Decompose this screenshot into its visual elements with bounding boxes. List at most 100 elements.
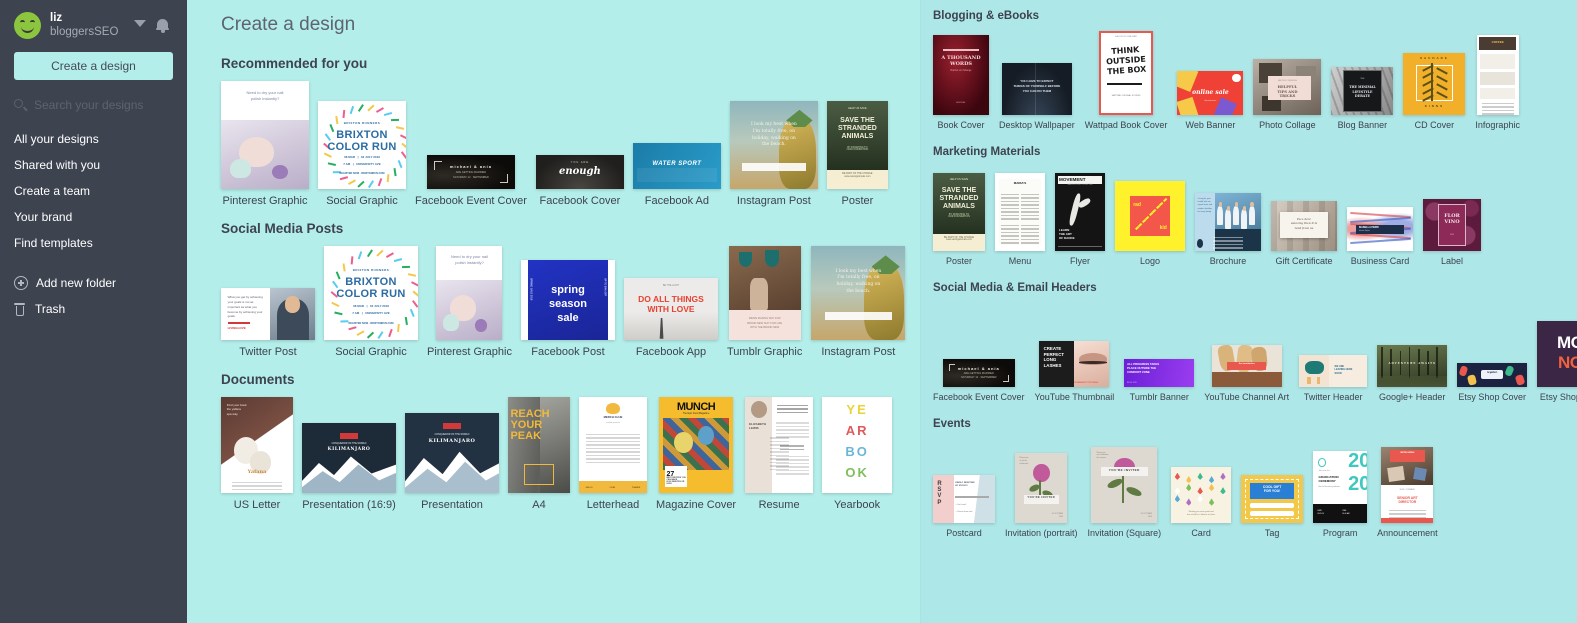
template-thumbnail[interactable]: MUNCH The Epic Food Magazine 27 BEST REC… (659, 397, 734, 493)
template-card[interactable]: MOVEMENT DANCE STUDIO COLLECTIVE LEARN TH… (1055, 173, 1105, 266)
sidebar-item-shared-with-you[interactable]: Shared with you (0, 152, 187, 178)
template-card[interactable]: WE ARE LEAVING HERE SOON Twitter Header (1299, 355, 1368, 402)
template-thumbnail[interactable]: MOVEMENT DANCE STUDIO COLLECTIVE LEARN TH… (1055, 173, 1105, 251)
template-thumbnail[interactable]: Please join our celebration this autumn YO… (1091, 447, 1158, 523)
template-card[interactable]: BRIXTON RUNNERS BRIXTON COLOR RUN 08 MAR … (324, 246, 418, 358)
template-thumbnail[interactable]: CONQUEROR OF THE WORLD KILIMANJARO (405, 413, 499, 493)
sidebar-item-your-brand[interactable]: Your brand (0, 204, 187, 230)
template-thumbnail[interactable]: CREATE PERFECT LONG LASHES IN MAKEUP TUTORI… (1039, 341, 1110, 387)
template-card[interactable]: YOU ARE enough Facebook Cover (535, 155, 624, 207)
template-card[interactable]: I look my best when I'm totally free, on h… (811, 246, 906, 358)
bell-icon[interactable] (156, 18, 169, 34)
template-card[interactable]: CONQUEROR OF THE WORLD KILIMANJARO Presen… (405, 413, 499, 511)
template-card[interactable]: CREATE PERFECT LONG LASHES IN MAKEUP TUTORI… (1035, 341, 1114, 402)
search-row[interactable] (14, 98, 173, 112)
template-card[interactable]: A BOOK BY LINA GRAY THINK OUTSIDE THE BOX … (1085, 31, 1167, 130)
template-card[interactable]: I look my best when I'm totally free, on h… (729, 101, 818, 207)
template-card[interactable]: HELP US SAVE SAVE THE STRANDED ANIMALS BY … (826, 101, 888, 207)
user-account-row[interactable]: liz bloggersSEO (0, 0, 187, 39)
template-card[interactable]: FLOR VINO 2019 Label (1423, 199, 1481, 266)
template-thumbnail[interactable]: SAUDADE KINNS (1403, 53, 1466, 115)
sidebar-item-trash[interactable]: Trash (0, 296, 187, 322)
template-card[interactable]: MERCH CLUB crafted gourmet HELLO CLUB THAN… (579, 397, 647, 511)
template-card[interactable]: BE THE LIGHT DO ALL THINGS WITH LOVE Faceb… (623, 278, 718, 358)
template-card[interactable]: What you get by achieving your goals is … (221, 288, 315, 358)
template-card[interactable]: A THOUSAND WORDS Rachel von Strange A NOV… (933, 35, 989, 130)
template-card[interactable]: WATER SPORT Facebook Ad (632, 143, 721, 207)
template-card[interactable]: ELIZABETH LEWIS Resume (745, 397, 814, 511)
template-thumbnail[interactable]: BRIXTON RUNNERS BRIXTON COLOR RUN 08 MAR … (324, 246, 418, 340)
template-thumbnail[interactable]: BRIXTON RUNNERS BRIXTON COLOR RUN 08 MAR … (318, 101, 406, 189)
template-thumbnail[interactable]: A BOOK BY LINA GRAY THINK OUTSIDE THE BOX … (1099, 31, 1154, 115)
template-thumbnail[interactable]: michael & ania ARE GETTING MARRIED SATUR… (942, 359, 1015, 387)
avatar[interactable] (14, 12, 41, 39)
template-thumbnail[interactable]: regular. (1457, 363, 1528, 387)
template-thumbnail[interactable]: MERCH CLUB crafted gourmet HELLO CLUB THAN… (579, 397, 647, 493)
template-card[interactable]: SAUDADE KINNS CD Cover (1403, 53, 1466, 130)
template-card[interactable]: MARIA'S Menu (995, 173, 1045, 266)
template-thumbnail[interactable]: What you get by achieving your goals is … (221, 288, 315, 340)
template-thumbnail[interactable]: BE THE LIGHT DO ALL THINGS WITH LOVE (623, 278, 718, 340)
create-a-design-button[interactable]: Create a design (14, 52, 173, 80)
template-thumbnail[interactable]: ADVENTURE AWAITS (1377, 345, 1448, 387)
template-card[interactable]: Please join us for the celebration YOU'RE … (1005, 453, 1078, 538)
sidebar-item-find-templates[interactable]: Find templates (0, 230, 187, 256)
template-thumbnail[interactable]: the tastehacker (1211, 345, 1282, 387)
template-thumbnail[interactable]: FLOR VINO 2019 (1423, 199, 1481, 251)
template-thumbnail[interactable]: ELIZABETH LEWIS (745, 397, 814, 493)
template-card[interactable]: BRIXTON RUNNERS BRIXTON COLOR RUN 08 MAR … (318, 101, 406, 207)
template-card[interactable]: Need to dry your nail polish instantly? P… (221, 81, 309, 207)
template-card[interactable]: THE THE MINIMAL LIFESTYLE DEBATE Blog Banne… (1331, 67, 1394, 130)
template-card[interactable]: Face here amazing then it is tend from us G… (1271, 201, 1337, 266)
template-thumbnail[interactable]: YE AR BO OK (822, 397, 893, 493)
template-card[interactable]: WE'RE MAKING WAY FOR BRAND NEW SUIT FOR L… (727, 246, 802, 358)
chevron-down-icon[interactable] (134, 20, 146, 27)
template-thumbnail[interactable]: REACH YOUR PEAK (508, 397, 570, 493)
sidebar-item-all-your-designs[interactable]: All your designs (0, 126, 187, 152)
template-thumbnail[interactable]: WE ARE LEAVING HERE SOON (1299, 355, 1368, 387)
template-thumbnail[interactable]: Wishing you more good and less of old for… (1171, 467, 1232, 523)
template-card[interactable]: COFFEE Infographic (1475, 35, 1520, 130)
template-card[interactable]: COOL GIFT FOR YOU! Tag (1241, 475, 1304, 538)
template-thumbnail[interactable]: ISABELLA PERRI Interior Stylist (1347, 207, 1413, 251)
template-thumbnail[interactable]: michael & ania ARE GETTING MARRIED SATUR… (426, 155, 515, 189)
template-card[interactable]: WE'RE HIRING NOW · FORWARD SENIOR ART DIR… (1377, 447, 1438, 538)
template-thumbnail[interactable]: Find your book the yafana spa way Yafana (221, 397, 293, 493)
template-thumbnail[interactable]: ALL PROGRESS TAKES PLACE OUTSIDE THE COMFO… (1124, 359, 1195, 387)
template-card[interactable]: Please join our celebration this autumn YO… (1088, 447, 1161, 538)
template-card[interactable]: Caring for your health with our expert t… (1195, 193, 1261, 266)
template-thumbnail[interactable]: Caring for your health with our expert t… (1195, 193, 1261, 251)
template-thumbnail[interactable]: THE THE MINIMAL LIFESTYLE DEBATE (1331, 67, 1394, 115)
template-thumbnail[interactable]: rad kid (1115, 181, 1185, 251)
sidebar-item-add-new-folder[interactable]: Add new folder (0, 270, 187, 296)
template-thumbnail[interactable]: MO NO (1537, 321, 1577, 387)
template-thumbnail[interactable]: A THOUSAND WORDS Rachel von Strange A NOV… (933, 35, 989, 115)
template-card[interactable]: ADVENTURE AWAITS Google+ Header (1377, 345, 1448, 402)
template-thumbnail[interactable]: YOU HAVE TO EXPECT THINGS OF YOURSELF BEF… (1001, 63, 1072, 115)
template-card[interactable]: REACH YOUR PEAK A4 (508, 397, 570, 511)
template-thumbnail[interactable]: Need to dry your nail polish instantly? (221, 81, 309, 189)
template-card[interactable]: the tastehacker YouTube Channel Art (1204, 345, 1289, 402)
template-thumbnail[interactable]: MARIA'S (995, 173, 1045, 251)
template-thumbnail[interactable]: WE'RE MAKING WAY FOR BRAND NEW SUIT FOR L… (728, 246, 801, 340)
sidebar-item-create-a-team[interactable]: Create a team (0, 178, 187, 204)
template-card[interactable]: spring season sale SPRING SALE 2019 UP TO … (520, 260, 615, 358)
template-thumbnail[interactable]: I look my best when I'm totally free, on h… (811, 246, 906, 340)
template-thumbnail[interactable]: RSVP KINDLY RESPOND BY 05/10/19 ○ Can't w… (933, 475, 995, 523)
template-card[interactable]: RSVP KINDLY RESPOND BY 05/10/19 ○ Can't w… (933, 475, 995, 538)
template-card[interactable]: Need to dry your nail polish instantly? P… (427, 246, 512, 358)
template-thumbnail[interactable]: 20 20 Join us for the GRADUATION CEREMONY… (1313, 451, 1368, 523)
template-card[interactable]: rad kid Logo (1115, 181, 1185, 266)
template-card[interactable]: HELP US SAVE SAVE THE STRANDED ANIMALS BY … (933, 173, 985, 266)
template-card[interactable]: Wishing you more good and less of old for… (1171, 467, 1232, 538)
template-card[interactable]: michael & ania ARE GETTING MARRIED SATUR… (933, 359, 1025, 402)
template-thumbnail[interactable]: HELPFUL THINKING HELPFUL TIPS AND TRICKS b… (1253, 59, 1322, 115)
template-thumbnail[interactable]: HELP US SAVE SAVE THE STRANDED ANIMALS BY … (826, 101, 888, 189)
template-thumbnail[interactable]: COOL GIFT FOR YOU! (1241, 475, 1304, 523)
template-card[interactable]: online sale thesalestore Web Banner (1177, 71, 1244, 130)
template-card[interactable]: 20 20 Join us for the GRADUATION CEREMONY… (1313, 451, 1368, 538)
template-thumbnail[interactable]: CONQUEROR OF THE WORLD KILIMANJARO (302, 423, 396, 493)
search-input[interactable] (34, 98, 164, 112)
template-thumbnail[interactable]: spring season sale SPRING SALE 2019 UP TO … (520, 260, 615, 340)
template-thumbnail[interactable]: Face here amazing then it is tend from us (1271, 201, 1337, 251)
